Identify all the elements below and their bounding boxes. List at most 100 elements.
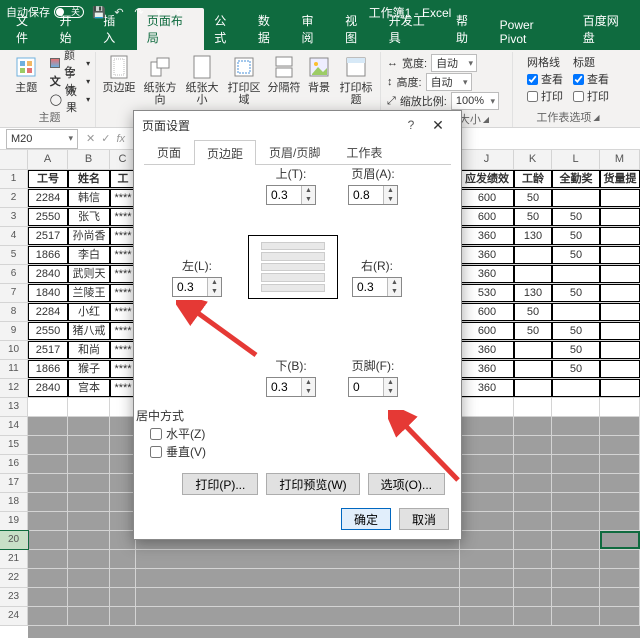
cell[interactable] xyxy=(28,607,68,625)
cell[interactable]: 50 xyxy=(514,208,552,226)
qat-dropdown-icon[interactable]: ▾ xyxy=(152,5,166,19)
cell[interactable] xyxy=(552,512,600,530)
cell[interactable] xyxy=(28,436,68,454)
dialog-tab-0[interactable]: 页面 xyxy=(144,139,194,164)
fx-icon[interactable]: fx xyxy=(116,133,125,145)
row-header[interactable]: 11 xyxy=(0,360,28,378)
cell[interactable] xyxy=(600,531,640,549)
sheet-options-launcher-icon[interactable]: ◢ xyxy=(593,113,599,122)
cell[interactable] xyxy=(460,417,514,435)
cell[interactable] xyxy=(460,398,514,416)
row-header[interactable]: 23 xyxy=(0,588,28,606)
margin-header-spin[interactable]: ▲▼ xyxy=(348,185,398,205)
col-header[interactable]: M xyxy=(600,150,640,169)
cell[interactable]: 360 xyxy=(460,227,514,245)
col-header[interactable]: L xyxy=(552,150,600,169)
cell[interactable] xyxy=(600,455,640,473)
gridlines-view-check[interactable]: 查看 xyxy=(527,71,563,87)
cell[interactable] xyxy=(110,550,136,568)
orientation-button[interactable]: 纸张方向 xyxy=(140,54,180,106)
cell[interactable] xyxy=(552,398,600,416)
col-header[interactable]: A xyxy=(28,150,68,169)
height-select[interactable]: 自动 xyxy=(426,73,472,91)
row-header[interactable]: 6 xyxy=(0,265,28,283)
dialog-titlebar[interactable]: 页面设置 ? ✕ xyxy=(134,111,461,139)
cell[interactable] xyxy=(600,322,640,340)
cell[interactable] xyxy=(600,341,640,359)
ribbon-tab-9[interactable]: 帮助 xyxy=(446,8,490,50)
cell[interactable] xyxy=(28,588,68,606)
breaks-button[interactable]: 分隔符 xyxy=(266,54,302,94)
ribbon-tab-0[interactable]: 文件 xyxy=(6,8,50,50)
spin-up-icon[interactable]: ▲ xyxy=(302,186,315,195)
print-titles-button[interactable]: 打印标题 xyxy=(336,54,376,106)
cell[interactable]: 600 xyxy=(460,303,514,321)
cell[interactable] xyxy=(68,607,110,625)
cell[interactable] xyxy=(514,550,552,568)
cell[interactable] xyxy=(68,417,110,435)
scale-input[interactable]: 100% xyxy=(451,92,499,110)
cell[interactable] xyxy=(514,512,552,530)
cell[interactable]: 360 xyxy=(460,265,514,283)
cell[interactable] xyxy=(460,569,514,587)
cell[interactable] xyxy=(514,436,552,454)
cell[interactable] xyxy=(552,569,600,587)
ok-button[interactable]: 确定 xyxy=(341,508,391,530)
cell[interactable]: 猴子 xyxy=(68,360,110,378)
margin-bottom-input[interactable] xyxy=(267,378,301,396)
center-vertical-check[interactable]: 垂直(V) xyxy=(150,443,206,460)
col-header[interactable]: B xyxy=(68,150,110,169)
cell[interactable] xyxy=(552,531,600,549)
cell[interactable]: 工号 xyxy=(28,170,68,188)
cell[interactable] xyxy=(460,474,514,492)
cell[interactable] xyxy=(552,379,600,397)
cell[interactable] xyxy=(28,455,68,473)
cell[interactable] xyxy=(552,493,600,511)
cell[interactable]: 2517 xyxy=(28,227,68,245)
ribbon-tab-4[interactable]: 公式 xyxy=(204,8,248,50)
cell[interactable]: 50 xyxy=(552,208,600,226)
cell[interactable]: 货量提 xyxy=(600,170,640,188)
cell[interactable] xyxy=(600,360,640,378)
cell[interactable]: 猪八戒 xyxy=(68,322,110,340)
row-header[interactable]: 5 xyxy=(0,246,28,264)
cell[interactable]: 兰陵王 xyxy=(68,284,110,302)
print-preview-button[interactable]: 打印预览(W) xyxy=(266,473,359,495)
row-header[interactable]: 3 xyxy=(0,208,28,226)
margin-header-input[interactable] xyxy=(349,186,383,204)
cell[interactable] xyxy=(514,341,552,359)
cell[interactable] xyxy=(460,436,514,454)
col-header[interactable]: J xyxy=(460,150,514,169)
cell[interactable] xyxy=(514,607,552,625)
undo-icon[interactable]: ↶ xyxy=(112,5,126,19)
row-header[interactable]: 10 xyxy=(0,341,28,359)
cell[interactable] xyxy=(552,303,600,321)
cell[interactable] xyxy=(552,436,600,454)
row-header[interactable]: 18 xyxy=(0,493,28,511)
headings-print-check[interactable]: 打印 xyxy=(573,88,609,104)
cell[interactable]: 2550 xyxy=(28,208,68,226)
cell[interactable]: 600 xyxy=(460,208,514,226)
cell[interactable] xyxy=(600,398,640,416)
cell[interactable] xyxy=(600,588,640,606)
cell[interactable]: 360 xyxy=(460,341,514,359)
dialog-tab-1[interactable]: 页边距 xyxy=(194,140,256,165)
cell[interactable]: 全勤奖 xyxy=(552,170,600,188)
cell[interactable]: 武则天 xyxy=(68,265,110,283)
options-button[interactable]: 选项(O)... xyxy=(368,473,445,495)
margin-bottom-spin[interactable]: ▲▼ xyxy=(266,377,316,397)
row-header[interactable]: 16 xyxy=(0,455,28,473)
cell[interactable] xyxy=(600,246,640,264)
cell[interactable] xyxy=(68,493,110,511)
help-icon[interactable]: ? xyxy=(399,118,423,132)
save-icon[interactable]: 💾 xyxy=(92,5,106,19)
cell[interactable] xyxy=(460,493,514,511)
redo-icon[interactable]: ↷ xyxy=(132,5,146,19)
close-icon[interactable]: ✕ xyxy=(423,117,453,134)
print-area-button[interactable]: 打印区域 xyxy=(224,54,264,106)
background-button[interactable]: 背景 xyxy=(304,54,334,94)
margin-footer-spin[interactable]: ▲▼ xyxy=(348,377,398,397)
themes-button[interactable]: 主题 xyxy=(7,54,46,94)
cell[interactable] xyxy=(460,607,514,625)
cell[interactable] xyxy=(600,303,640,321)
